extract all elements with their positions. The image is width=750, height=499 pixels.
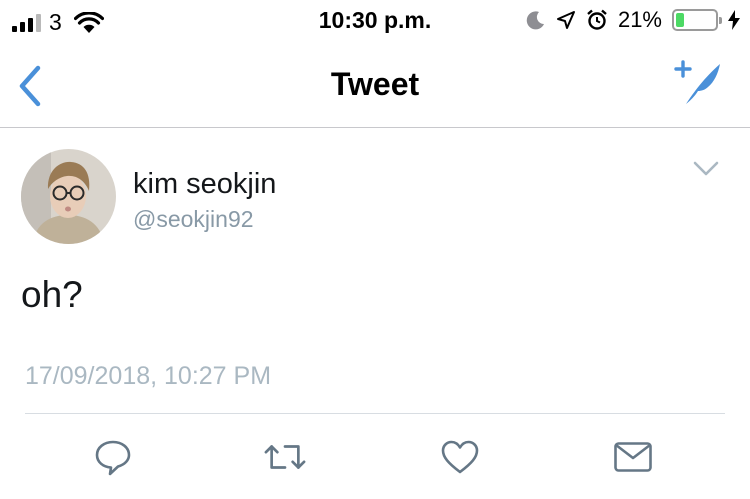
tweet-text: oh?: [21, 274, 83, 315]
retweet-button[interactable]: [264, 436, 306, 478]
retweet-icon: [264, 445, 306, 469]
reply-icon: [95, 440, 131, 476]
status-right: 21%: [526, 7, 740, 33]
charging-icon: [728, 10, 740, 30]
avatar[interactable]: [21, 149, 116, 244]
battery-percent: 21%: [617, 7, 662, 32]
user-handle[interactable]: @seokjin92: [133, 206, 254, 233]
page-title: Tweet: [330, 66, 420, 102]
divider: [25, 413, 725, 414]
battery-icon: [672, 9, 722, 31]
share-button[interactable]: [612, 436, 654, 478]
location-icon: [556, 11, 575, 29]
status-bar: 3 10:30 p.m. 21%: [0, 0, 750, 42]
tweet-timestamp: 17/09/2018, 10:27 PM: [25, 362, 272, 390]
moon-icon: [526, 11, 544, 30]
avatar-photo: [21, 149, 116, 244]
alarm-icon: [587, 9, 607, 30]
chevron-down-icon[interactable]: [692, 160, 720, 178]
reply-button[interactable]: [92, 436, 134, 478]
share-dm-icon: [614, 442, 652, 472]
like-button[interactable]: [439, 436, 481, 478]
compose-tweet-icon[interactable]: [674, 60, 724, 108]
display-name[interactable]: kim seokjin: [133, 168, 276, 201]
like-icon: [441, 440, 479, 474]
nav-bar: Tweet: [0, 42, 750, 128]
battery-fill: [676, 13, 684, 27]
